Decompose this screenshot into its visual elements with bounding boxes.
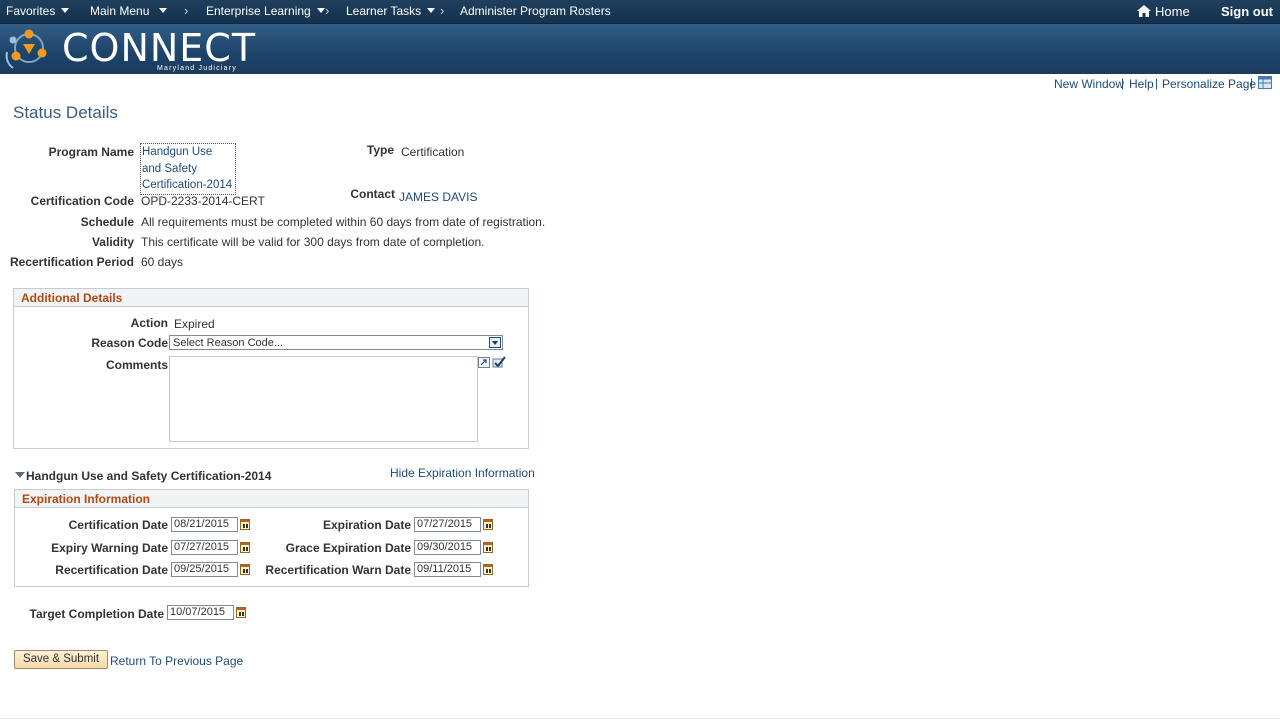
expiration-information-group: Expiration Information Certification Dat… bbox=[14, 489, 529, 587]
grace-expiration-date-label: Grace Expiration Date bbox=[285, 541, 411, 555]
footer-divider bbox=[0, 718, 1280, 719]
banner: CONNECT Maryland Judiciary bbox=[0, 24, 1280, 74]
expiration-date-label: Expiration Date bbox=[322, 518, 411, 532]
calendar-icon[interactable] bbox=[240, 564, 250, 575]
reason-code-selected: Select Reason Code... bbox=[173, 337, 284, 349]
schedule-value: All requirements must be completed withi… bbox=[141, 215, 546, 229]
page-title: Status Details bbox=[13, 103, 118, 122]
action-value: Expired bbox=[174, 317, 215, 331]
hide-expiration-link[interactable]: Hide Expiration Information bbox=[390, 466, 535, 480]
certification-code-value: OPD-2233-2014-CERT bbox=[141, 194, 265, 208]
calendar-icon[interactable] bbox=[236, 607, 246, 618]
chevron-down-icon bbox=[159, 8, 168, 13]
calendar-icon[interactable] bbox=[240, 542, 250, 553]
breadcrumb-separator-icon: › bbox=[440, 3, 445, 18]
home-link[interactable]: Home bbox=[1136, 4, 1190, 19]
expiry-warning-date-input[interactable]: 07/27/2015 bbox=[171, 540, 238, 555]
learner-tasks-menu[interactable]: Learner Tasks bbox=[346, 4, 436, 18]
favorites-label: Favorites bbox=[6, 4, 56, 18]
contact-label: Contact bbox=[350, 187, 395, 201]
logo-subtitle: Maryland Judiciary bbox=[157, 65, 237, 72]
personalize-page-link[interactable]: Personalize Page bbox=[1162, 77, 1256, 91]
link-divider: | bbox=[1121, 76, 1125, 90]
return-to-previous-page-link[interactable]: Return To Previous Page bbox=[110, 654, 243, 668]
recertification-warn-date-input[interactable]: 09/11/2015 bbox=[414, 562, 481, 577]
program-name-label: Program Name bbox=[48, 145, 134, 159]
target-completion-date-input[interactable]: 10/07/2015 bbox=[167, 605, 234, 620]
recertification-date-label: Recertification Date bbox=[55, 563, 168, 577]
additional-details-title: Additional Details bbox=[21, 291, 123, 305]
help-link[interactable]: Help bbox=[1129, 77, 1154, 91]
dropdown-arrow-icon[interactable] bbox=[489, 337, 501, 348]
grace-expiration-date-input[interactable]: 09/30/2015 bbox=[414, 540, 481, 555]
additional-details-group: Additional Details Action Expired Reason… bbox=[13, 288, 529, 449]
new-window-link[interactable]: New Window bbox=[1054, 77, 1124, 91]
recertification-date-input[interactable]: 09/25/2015 bbox=[171, 562, 238, 577]
certification-date-input[interactable]: 08/21/2015 bbox=[171, 517, 238, 532]
contact-link[interactable]: JAMES DAVIS bbox=[399, 190, 477, 204]
sign-out-link[interactable]: Sign out bbox=[1221, 4, 1273, 19]
grid-layout-icon[interactable] bbox=[1258, 76, 1272, 89]
collapse-arrow-icon[interactable] bbox=[15, 472, 25, 478]
home-icon bbox=[1137, 5, 1151, 17]
additional-details-header: Additional Details bbox=[14, 289, 528, 307]
home-label: Home bbox=[1155, 4, 1190, 19]
expiry-warning-date-label: Expiry Warning Date bbox=[51, 541, 168, 555]
spell-check-icon[interactable] bbox=[492, 355, 506, 369]
chevron-down-icon bbox=[427, 8, 436, 13]
type-value: Certification bbox=[401, 145, 465, 159]
recertification-period-value: 60 days bbox=[141, 255, 184, 269]
main-menu[interactable]: Main Menu bbox=[90, 4, 168, 18]
enterprise-learning-label: Enterprise Learning bbox=[206, 4, 311, 18]
calendar-icon[interactable] bbox=[240, 519, 250, 530]
top-nav-bar: Favorites Main Menu › Enterprise Learnin… bbox=[0, 0, 1280, 24]
main-menu-label: Main Menu bbox=[90, 4, 150, 18]
comments-textarea[interactable] bbox=[169, 356, 478, 442]
validity-value: This certificate will be valid for 300 d… bbox=[141, 235, 485, 249]
enterprise-learning-menu[interactable]: Enterprise Learning bbox=[206, 4, 325, 18]
favorites-menu[interactable]: Favorites bbox=[6, 4, 70, 18]
link-divider: | bbox=[1155, 76, 1159, 90]
chevron-down-icon bbox=[316, 8, 325, 13]
comments-label: Comments bbox=[105, 358, 168, 372]
schedule-label: Schedule bbox=[80, 215, 134, 229]
connect-logo: CONNECT bbox=[62, 26, 257, 70]
calendar-icon[interactable] bbox=[483, 564, 493, 575]
type-label: Type bbox=[366, 143, 394, 157]
calendar-icon[interactable] bbox=[483, 542, 493, 553]
breadcrumb-separator-icon: › bbox=[325, 3, 330, 18]
expiration-information-header: Expiration Information bbox=[15, 490, 528, 508]
validity-label: Validity bbox=[91, 235, 134, 249]
certification-code-label: Certification Code bbox=[30, 194, 134, 208]
expiration-information-title: Expiration Information bbox=[22, 492, 151, 506]
chevron-down-icon bbox=[61, 8, 70, 13]
expand-textarea-icon[interactable] bbox=[478, 357, 490, 368]
program-name-link[interactable]: Handgun Use and Safety Certification-201… bbox=[140, 143, 236, 195]
reason-code-select[interactable]: Select Reason Code... bbox=[169, 335, 503, 350]
recertification-period-label: Recertification Period bbox=[9, 255, 134, 269]
save-submit-button[interactable]: Save & Submit bbox=[14, 650, 108, 669]
link-divider: | bbox=[1250, 76, 1254, 90]
calendar-icon[interactable] bbox=[483, 519, 493, 530]
certification-date-label: Certification Date bbox=[68, 518, 168, 532]
reason-code-label: Reason Code bbox=[91, 336, 168, 350]
recertification-warn-date-label: Recertification Warn Date bbox=[265, 563, 411, 577]
connect-logo-icon bbox=[5, 29, 47, 69]
action-label: Action bbox=[130, 316, 168, 330]
target-completion-date-label: Target Completion Date bbox=[29, 607, 164, 621]
breadcrumb-current[interactable]: Administer Program Rosters bbox=[460, 4, 611, 18]
learner-tasks-label: Learner Tasks bbox=[346, 4, 422, 18]
program-section-title[interactable]: Handgun Use and Safety Certification-201… bbox=[26, 469, 271, 483]
breadcrumb-separator-icon: › bbox=[184, 3, 189, 18]
expiration-date-input[interactable]: 07/27/2015 bbox=[414, 517, 481, 532]
